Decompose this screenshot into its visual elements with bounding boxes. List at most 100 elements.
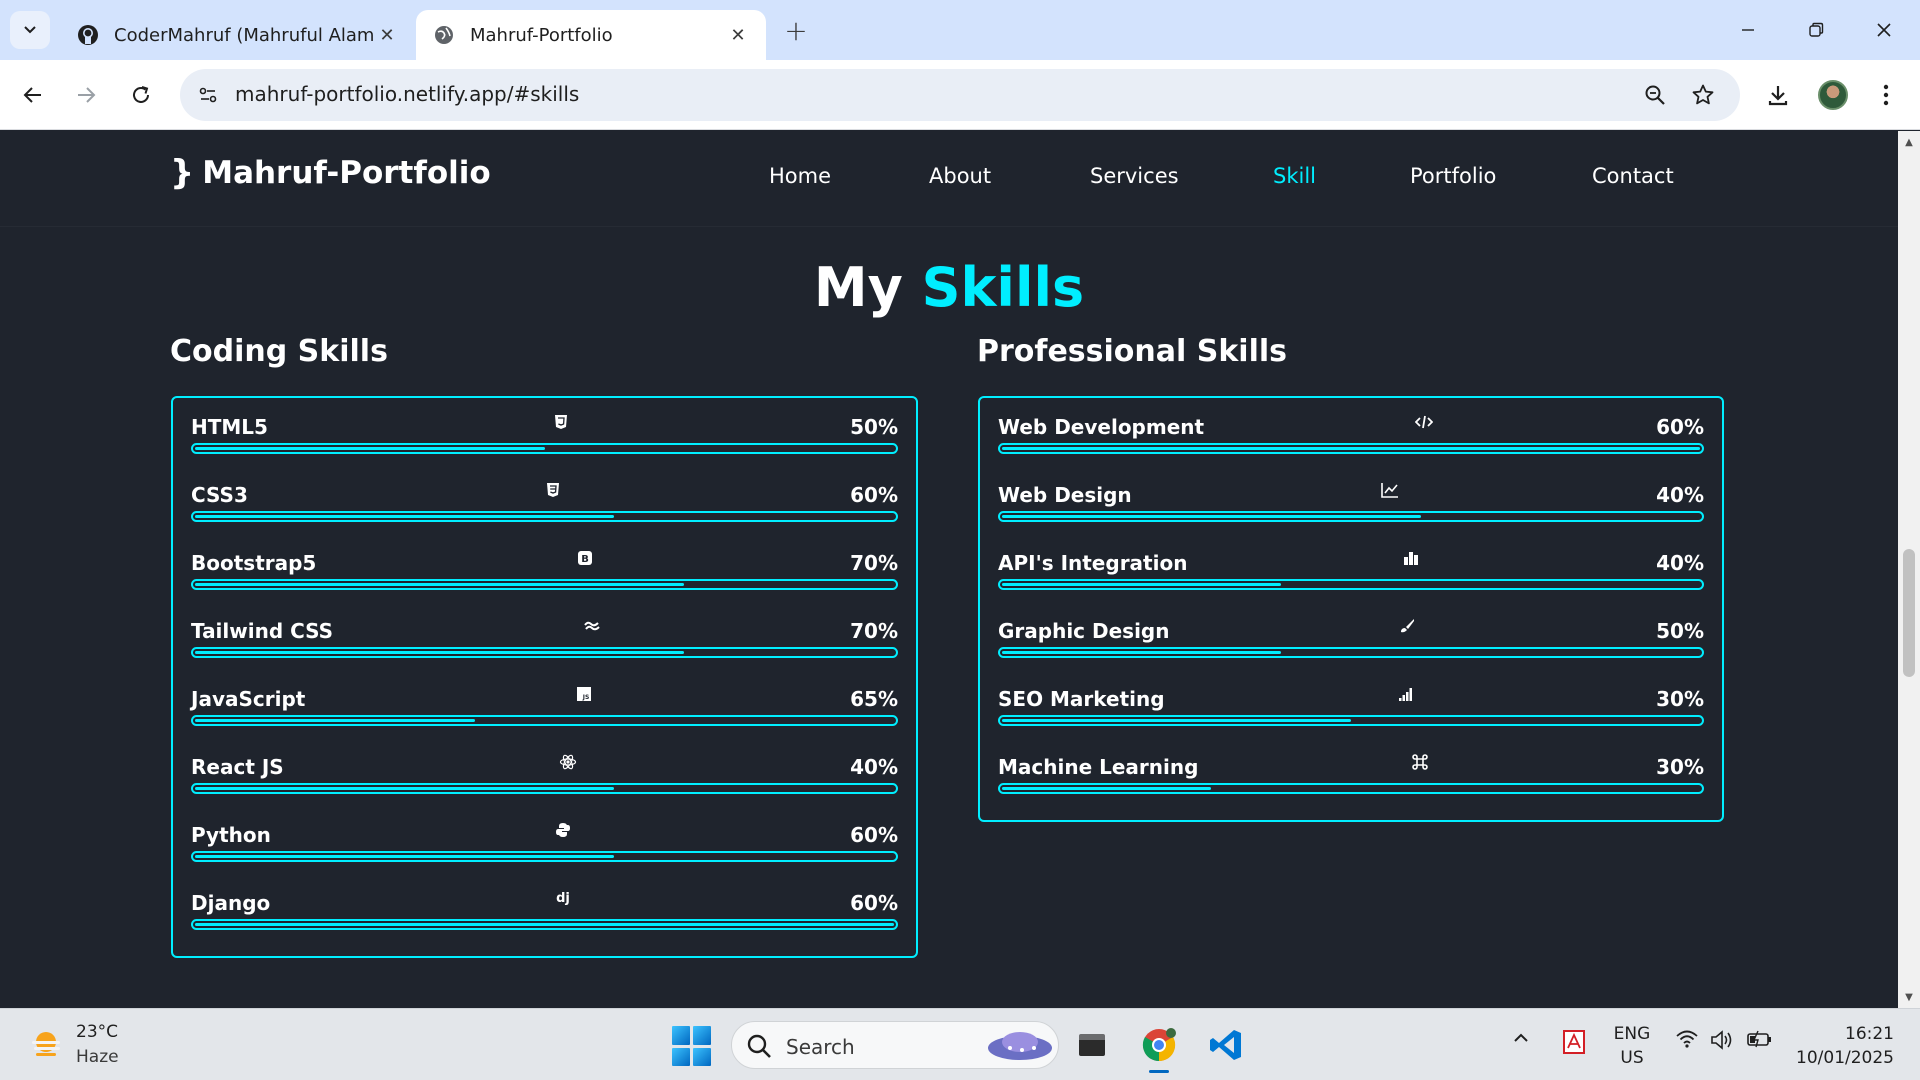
back-button[interactable] <box>13 75 53 115</box>
page-scrollbar[interactable]: ▲ ▼ <box>1898 131 1920 1008</box>
skill-name: Web Development <box>998 415 1205 439</box>
progress-fill <box>195 787 615 790</box>
progress-bar <box>191 715 898 726</box>
skill-percent: 70% <box>850 551 898 575</box>
skill-percent: 40% <box>850 755 898 779</box>
zoom-icon[interactable] <box>1639 79 1671 111</box>
code-icon <box>1414 412 1434 432</box>
restore-icon <box>1809 22 1824 37</box>
progress-fill <box>1002 447 1700 450</box>
search-icon <box>747 1034 771 1058</box>
skill-name: SEO Marketing <box>998 687 1165 711</box>
professional-skills-box: Web Development 60% Web Design 40% API's… <box>978 396 1724 822</box>
progress-fill <box>1002 515 1421 518</box>
tab-github[interactable]: CoderMahruf (Mahruful Alam) ✕ <box>60 10 415 60</box>
url-text[interactable]: mahruf-portfolio.netlify.app/#skills <box>235 82 579 106</box>
taskbar-app-explorer[interactable] <box>1070 1023 1114 1067</box>
more-vertical-icon <box>1883 84 1889 106</box>
tab-search-button[interactable] <box>10 11 50 49</box>
scroll-down-icon[interactable]: ▼ <box>1898 988 1920 1006</box>
forward-button[interactable] <box>66 75 106 115</box>
minimize-button[interactable] <box>1726 10 1770 50</box>
browser-toolbar: mahruf-portfolio.netlify.app/#skills <box>0 60 1920 130</box>
globe-icon <box>432 23 456 47</box>
coding-skills-heading: Coding Skills <box>170 334 388 369</box>
skill-api-integration: API's Integration 40% <box>998 539 1704 595</box>
tab-title: Mahruf-Portfolio <box>470 24 613 46</box>
nav-services[interactable]: Services <box>1090 164 1179 188</box>
chart-bar-icon <box>1401 548 1421 568</box>
taskbar-app-chrome[interactable] <box>1137 1023 1181 1073</box>
skill-percent: 40% <box>1656 483 1704 507</box>
reload-button[interactable] <box>121 75 161 115</box>
nav-skill[interactable]: Skill <box>1273 164 1316 188</box>
nav-about[interactable]: About <box>929 164 991 188</box>
weather-haze-icon[interactable] <box>28 1027 64 1063</box>
skill-name: Django <box>191 891 271 915</box>
minimize-icon <box>1742 29 1754 31</box>
acrobat-tray-icon[interactable] <box>1562 1029 1586 1055</box>
volume-icon[interactable] <box>1710 1029 1736 1051</box>
nav-home[interactable]: Home <box>769 164 831 188</box>
show-hidden-icons-button[interactable] <box>1512 1029 1530 1047</box>
nav-contact[interactable]: Contact <box>1592 164 1674 188</box>
progress-bar <box>998 579 1704 590</box>
signal-icon <box>1396 684 1416 704</box>
skill-name: React JS <box>191 755 284 779</box>
clock-date: 10/01/2025 <box>1796 1048 1894 1068</box>
taskbar-app-vscode[interactable] <box>1204 1023 1248 1067</box>
address-bar[interactable]: mahruf-portfolio.netlify.app/#skills <box>180 69 1740 121</box>
skill-python: Python 60% <box>191 811 898 867</box>
skill-percent: 60% <box>850 483 898 507</box>
site-info-icon[interactable] <box>192 79 224 111</box>
battery-icon[interactable] <box>1746 1029 1774 1049</box>
weather-description[interactable]: Haze <box>76 1047 119 1067</box>
close-window-button[interactable] <box>1862 10 1906 50</box>
tab-portfolio[interactable]: Mahruf-Portfolio ✕ <box>416 10 766 60</box>
input-language[interactable]: ENG US <box>1610 1022 1654 1070</box>
close-tab-icon[interactable]: ✕ <box>726 23 750 47</box>
progress-fill <box>195 923 894 926</box>
skill-name: HTML5 <box>191 415 268 439</box>
progress-fill <box>195 447 545 450</box>
skill-percent: 30% <box>1656 755 1704 779</box>
close-tab-icon[interactable]: ✕ <box>375 23 399 47</box>
browser-tab-strip: CoderMahruf (Mahruful Alam) ✕ Mahruf-Por… <box>0 0 1920 60</box>
progress-bar <box>998 715 1704 726</box>
browser-menu-button[interactable] <box>1866 75 1906 115</box>
lang-line-1: ENG <box>1613 1024 1651 1044</box>
taskbar-search[interactable]: Search <box>731 1021 1059 1069</box>
new-tab-button[interactable]: + <box>780 14 812 47</box>
windows-start-button[interactable] <box>672 1026 712 1066</box>
wifi-icon[interactable] <box>1675 1029 1699 1049</box>
skill-css3: CSS3 60% <box>191 471 898 527</box>
skill-machine-learning: Machine Learning 30% <box>998 743 1704 799</box>
site-logo[interactable]: } Mahruf-Portfolio <box>170 153 491 193</box>
weather-temperature[interactable]: 23°C <box>76 1022 118 1042</box>
svg-text:dj: dj <box>556 891 570 906</box>
profile-button[interactable] <box>1813 75 1853 115</box>
progress-fill <box>1002 583 1282 586</box>
windows-logo-quadrant <box>693 1026 711 1045</box>
app-window-icon <box>1079 1034 1105 1056</box>
skill-percent: 50% <box>1656 619 1704 643</box>
nav-portfolio[interactable]: Portfolio <box>1410 164 1496 188</box>
github-icon <box>76 23 100 47</box>
react-icon <box>558 752 578 772</box>
css3-icon <box>543 480 563 500</box>
skill-name: JavaScript <box>191 687 306 711</box>
taskbar-clock[interactable]: 16:21 10/01/2025 <box>1790 1022 1894 1070</box>
bootstrap-icon: B <box>575 548 595 568</box>
scroll-up-icon[interactable]: ▲ <box>1898 133 1920 151</box>
arrow-right-icon <box>78 87 96 103</box>
search-highlight-art-icon <box>988 1032 1052 1060</box>
scroll-thumb[interactable] <box>1903 549 1915 677</box>
skill-react: React JS 40% <box>191 743 898 799</box>
arrow-left-icon <box>23 87 41 103</box>
windows-logo-quadrant <box>672 1026 690 1045</box>
skill-graphic-design: Graphic Design 50% <box>998 607 1704 663</box>
bookmark-star-icon[interactable] <box>1687 79 1719 111</box>
downloads-button[interactable] <box>1758 75 1798 115</box>
skill-name: CSS3 <box>191 483 248 507</box>
restore-button[interactable] <box>1794 10 1838 50</box>
